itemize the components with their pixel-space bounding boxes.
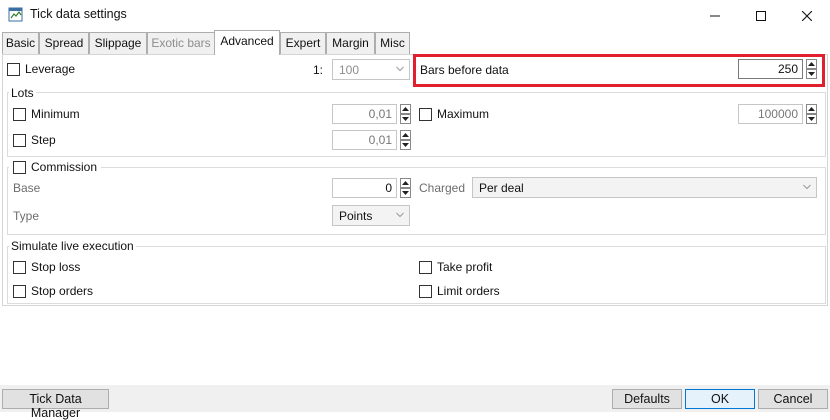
spin-up-icon[interactable] — [806, 59, 817, 69]
chevron-down-icon — [803, 184, 811, 190]
charged-value: Per deal — [479, 181, 524, 195]
simulate-title: Simulate live execution — [9, 239, 136, 253]
spin-down-icon[interactable] — [806, 114, 817, 124]
leverage-checkbox[interactable] — [7, 63, 20, 76]
leverage-value: 100 — [339, 63, 360, 77]
tab-exotic-bars[interactable]: Exotic bars — [147, 32, 215, 54]
base-label: Base — [13, 181, 41, 195]
charged-select[interactable]: Per deal — [472, 177, 817, 198]
cancel-button[interactable]: Cancel — [758, 389, 828, 409]
type-label: Type — [13, 209, 40, 223]
minimum-label: Minimum — [31, 107, 80, 121]
spin-up-icon[interactable] — [806, 104, 817, 114]
spin-up-icon[interactable] — [400, 104, 411, 114]
limit-orders-checkbox[interactable] — [419, 285, 432, 298]
maximize-icon — [756, 10, 766, 21]
stop-orders-label: Stop orders — [31, 284, 94, 298]
commission-title: Commission — [31, 160, 98, 174]
tab-slippage[interactable]: Slippage — [89, 32, 147, 54]
bars-before-data-spinner[interactable] — [806, 59, 817, 79]
leverage-prefix: 1: — [313, 63, 324, 77]
maximum-spinner[interactable] — [806, 104, 817, 124]
step-label: Step — [31, 133, 56, 147]
lots-title: Lots — [9, 86, 36, 100]
take-profit-label: Take profit — [437, 260, 493, 274]
limit-orders-label: Limit orders — [437, 284, 500, 298]
chevron-down-icon — [396, 66, 404, 72]
tab-margin[interactable]: Margin — [326, 32, 375, 54]
tick-data-manager-button[interactable]: Tick Data Manager — [2, 389, 109, 420]
stop-orders-checkbox[interactable] — [13, 285, 26, 298]
minimize-icon — [710, 15, 720, 16]
close-icon — [802, 10, 812, 21]
minimum-spinner[interactable] — [400, 104, 411, 124]
tab-spread[interactable]: Spread — [39, 32, 89, 54]
tab-misc[interactable]: Misc — [375, 32, 410, 54]
charged-label: Charged — [419, 181, 466, 195]
step-checkbox[interactable] — [13, 134, 26, 147]
leverage-label: Leverage — [25, 62, 76, 76]
stop-loss-label: Stop loss — [31, 260, 81, 274]
maximum-label: Maximum — [437, 107, 490, 121]
base-input[interactable]: 0 — [332, 178, 397, 198]
spin-up-icon[interactable] — [400, 178, 411, 188]
spin-down-icon[interactable] — [400, 114, 411, 124]
minimum-input[interactable]: 0,01 — [332, 104, 397, 124]
lots-group — [7, 92, 826, 157]
spin-down-icon[interactable] — [806, 69, 817, 79]
type-select[interactable]: Points — [332, 205, 410, 226]
maximum-input[interactable]: 100000 — [738, 104, 803, 124]
window-title: Tick data settings — [30, 7, 127, 21]
tab-expert[interactable]: Expert — [280, 32, 326, 54]
tab-basic[interactable]: Basic — [2, 32, 39, 54]
chevron-down-icon — [396, 212, 404, 218]
simulate-group — [7, 246, 826, 304]
take-profit-checkbox[interactable] — [419, 261, 432, 274]
maximize-button[interactable] — [738, 0, 784, 31]
tab-advanced[interactable]: Advanced — [214, 30, 280, 55]
ok-button[interactable]: OK — [685, 389, 755, 409]
maximum-checkbox[interactable] — [419, 108, 432, 121]
step-spinner[interactable] — [400, 130, 411, 150]
defaults-button[interactable]: Defaults — [612, 389, 682, 409]
close-button[interactable] — [784, 0, 830, 31]
bars-before-data-input[interactable]: 250 — [738, 59, 803, 79]
leverage-select[interactable]: 100 — [332, 59, 410, 80]
spin-up-icon[interactable] — [400, 130, 411, 140]
spin-down-icon[interactable] — [400, 140, 411, 150]
bars-before-data-label: Bars before data — [420, 63, 509, 77]
minimum-checkbox[interactable] — [13, 108, 26, 121]
commission-checkbox[interactable] — [13, 161, 26, 174]
app-icon — [8, 7, 23, 22]
base-spinner[interactable] — [400, 178, 411, 198]
type-value: Points — [339, 209, 373, 223]
minimize-button[interactable] — [692, 0, 738, 31]
spin-down-icon[interactable] — [400, 188, 411, 198]
step-input[interactable]: 0,01 — [332, 130, 397, 150]
stop-loss-checkbox[interactable] — [13, 261, 26, 274]
